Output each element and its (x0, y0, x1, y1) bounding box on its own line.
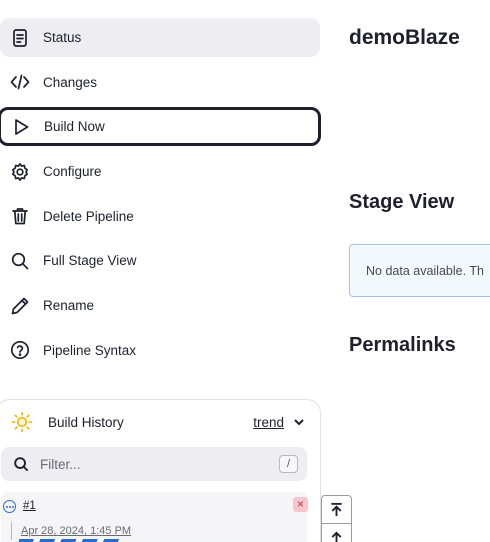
sidebar-item-label: Build Now (44, 119, 105, 135)
sidebar-item-build-now[interactable]: Build Now (0, 107, 321, 147)
scroll-to-top-button[interactable] (322, 496, 351, 523)
search-icon (9, 250, 31, 272)
sidebar-item-full-stage-view[interactable]: Full Stage View (0, 241, 322, 280)
document-icon (9, 27, 31, 49)
build-history-header: Build History trend (11, 411, 306, 433)
sidebar-item-label: Pipeline Syntax (43, 342, 137, 358)
build-row: #1 × Apr 28, 2024, 1:45 PM (1, 492, 308, 542)
sidebar-item-changes[interactable]: Changes (0, 63, 322, 102)
build-history-title: Build History (48, 414, 124, 430)
help-circle-icon (9, 339, 31, 361)
timeline-connector (11, 522, 12, 540)
arrow-up-icon (331, 531, 342, 542)
sidebar-item-pipeline-syntax[interactable]: Pipeline Syntax (0, 331, 322, 370)
chevron-down-icon[interactable] (292, 415, 306, 429)
gear-icon (9, 161, 31, 183)
sidebar-item-configure[interactable]: Configure (0, 152, 322, 191)
scroll-controls (321, 495, 352, 542)
sidebar-item-label: Full Stage View (43, 253, 137, 269)
main-content: demoBlaze Stage View No data available. … (349, 0, 490, 542)
sidebar-item-label: Rename (43, 298, 95, 314)
stage-view-empty-message: No data available. Th (349, 244, 490, 297)
keyboard-shortcut-badge: / (279, 455, 298, 473)
scroll-up-button[interactable] (322, 524, 351, 542)
pencil-icon (9, 295, 31, 317)
in-progress-status-icon (3, 500, 16, 513)
trash-icon (9, 205, 31, 227)
sidebar-item-rename[interactable]: Rename (0, 286, 322, 325)
search-icon (14, 456, 29, 471)
play-icon (10, 116, 32, 138)
sidebar: Status Changes Build Now Configure Delet… (0, 18, 322, 376)
sidebar-item-status[interactable]: Status (0, 18, 320, 57)
build-history-panel: Build History trend / #1 × Apr 28, 2024,… (0, 399, 321, 542)
page-title: demoBlaze (349, 26, 460, 49)
sidebar-item-label: Configure (43, 164, 102, 180)
trend-link[interactable]: trend (253, 415, 284, 430)
build-timestamp-link[interactable]: Apr 28, 2024, 1:45 PM (21, 525, 131, 537)
filter-input[interactable] (40, 456, 260, 472)
sidebar-item-label: Changes (43, 74, 98, 90)
cancel-build-button[interactable]: × (293, 497, 308, 512)
sun-icon (11, 411, 33, 433)
build-filter: / (1, 447, 307, 481)
sidebar-item-label: Status (43, 30, 82, 45)
arrow-up-to-line-icon (331, 502, 342, 517)
stage-view-heading: Stage View (349, 191, 455, 213)
build-number-link[interactable]: #1 (23, 500, 36, 512)
sidebar-item-label: Delete Pipeline (43, 208, 134, 224)
permalinks-heading: Permalinks (349, 334, 456, 356)
code-icon (9, 71, 31, 93)
sidebar-item-delete-pipeline[interactable]: Delete Pipeline (0, 197, 322, 236)
